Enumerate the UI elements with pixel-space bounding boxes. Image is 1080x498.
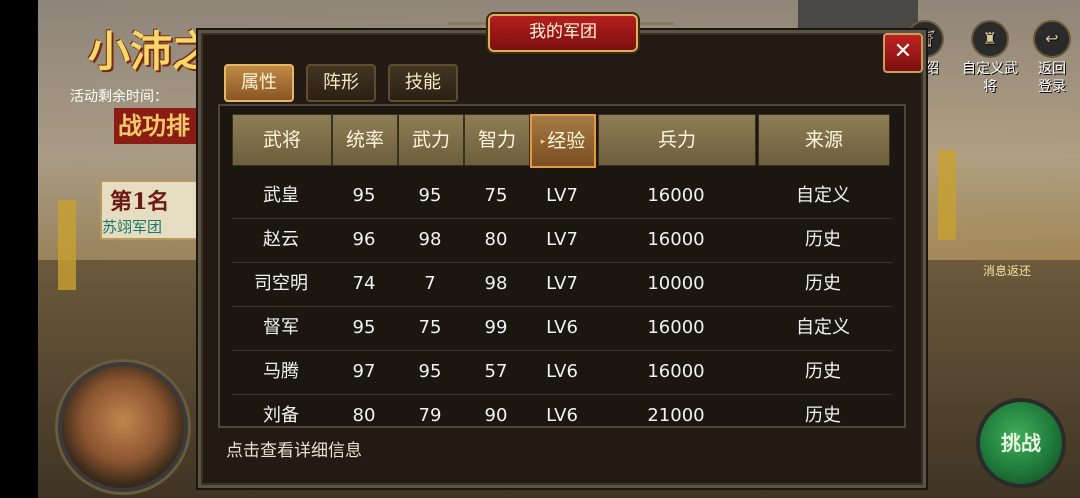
rank-label: 第1名 [110, 189, 170, 215]
cell-intellect: 75 [484, 185, 508, 206]
tab-attributes[interactable]: 属性 [224, 64, 294, 102]
cell-source: 历史 [805, 361, 841, 382]
top-icon-label: 返回登录 [1038, 61, 1066, 95]
rank-team: 苏翊军团 [102, 218, 163, 236]
top-icon-return[interactable]: ↩ 返回登录 [1032, 20, 1072, 96]
return-icon: ↩ [1033, 20, 1071, 58]
column-header-source[interactable]: 来源 [758, 114, 890, 166]
cell-troops: 16000 [647, 229, 705, 250]
cell-general: 司空明 [254, 273, 308, 294]
table-row[interactable]: 刘备 80 79 90 LV6 21000 历史 [232, 394, 892, 426]
cell-source: 历史 [805, 405, 841, 426]
cell-troops: 21000 [647, 405, 705, 426]
table-row[interactable]: 武皇 95 95 75 LV7 16000 自定义 [232, 174, 892, 219]
cell-command: 95 [352, 317, 376, 338]
cell-source: 历史 [805, 229, 841, 250]
tab-formation[interactable]: 阵形 [306, 64, 376, 102]
cell-troops: 16000 [647, 185, 705, 206]
cell-general: 武皇 [263, 185, 299, 206]
cell-force: 98 [418, 229, 442, 250]
general-table[interactable]: 武将 统率 武力 智力 ▸ 经验 兵力 来源 武皇 95 95 75 LV7 16… [218, 104, 906, 428]
tab-skills[interactable]: 技能 [388, 64, 458, 102]
table-header: 武将 统率 武力 智力 ▸ 经验 兵力 来源 [232, 114, 892, 168]
cell-force: 7 [424, 273, 436, 294]
close-button[interactable]: ✕ [883, 33, 923, 73]
table-row[interactable]: 督军 95 75 99 LV6 16000 自定义 [232, 306, 892, 351]
column-header-experience[interactable]: ▸ 经验 [530, 114, 596, 168]
banner-flag [938, 150, 956, 240]
cell-intellect: 57 [484, 361, 508, 382]
challenge-button[interactable]: 挑战 [976, 398, 1066, 488]
cell-troops: 16000 [647, 361, 705, 382]
cell-force: 75 [418, 317, 442, 338]
cell-experience: LV7 [546, 185, 578, 206]
message-return-label[interactable]: 消息返还 [983, 262, 1031, 279]
player-avatar[interactable] [58, 362, 188, 492]
cell-source: 历史 [805, 273, 841, 294]
cell-command: 97 [352, 361, 376, 382]
column-header-intellect[interactable]: 智力 [464, 114, 530, 166]
cell-experience: LV7 [546, 229, 578, 250]
cell-general: 刘备 [263, 405, 299, 426]
table-row[interactable]: 马腾 97 95 57 LV6 16000 历史 [232, 350, 892, 395]
cell-command: 95 [352, 185, 376, 206]
cell-intellect: 98 [484, 273, 508, 294]
cell-experience: LV6 [546, 405, 578, 426]
sort-arrow-icon: ▸ [540, 136, 546, 147]
figure-icon: ♜ [971, 20, 1009, 58]
dialog-title: 我的军团 [488, 14, 638, 52]
banner-flag [58, 200, 76, 290]
cell-troops: 16000 [647, 317, 705, 338]
cell-intellect: 99 [484, 317, 508, 338]
cell-experience: LV7 [546, 273, 578, 294]
cell-force: 79 [418, 405, 442, 426]
table-row[interactable]: 司空明 74 7 98 LV7 10000 历史 [232, 262, 892, 307]
cell-general: 马腾 [263, 361, 299, 382]
table-row[interactable]: 赵云 96 98 80 LV7 16000 历史 [232, 218, 892, 263]
cell-intellect: 80 [484, 229, 508, 250]
column-header-force[interactable]: 武力 [398, 114, 464, 166]
cell-command: 96 [352, 229, 376, 250]
title-ornament [448, 22, 488, 43]
cell-source: 自定义 [796, 185, 850, 206]
cell-experience: LV6 [546, 361, 578, 382]
dialog-title-text: 我的军团 [529, 22, 597, 42]
column-header-general[interactable]: 武将 [232, 114, 332, 166]
detail-hint: 点击查看详细信息 [226, 441, 362, 461]
column-header-troops[interactable]: 兵力 [598, 114, 756, 166]
close-icon: ✕ [893, 39, 913, 64]
cell-force: 95 [418, 185, 442, 206]
cell-command: 74 [352, 273, 376, 294]
cell-force: 95 [418, 361, 442, 382]
cell-general: 督军 [263, 317, 299, 338]
cell-command: 80 [352, 405, 376, 426]
cell-experience: LV6 [546, 317, 578, 338]
column-header-command[interactable]: 统率 [332, 114, 398, 166]
cell-general: 赵云 [263, 229, 299, 250]
top-icon-label: 自定义武将 [962, 61, 1018, 95]
remaining-time-label: 活动剩余时间： [70, 89, 168, 105]
cell-intellect: 90 [484, 405, 508, 426]
cell-troops: 10000 [647, 273, 705, 294]
cell-source: 自定义 [796, 317, 850, 338]
title-ornament [634, 22, 674, 43]
column-header-experience-label: 经验 [547, 130, 586, 152]
top-icon-custom-general[interactable]: ♜ 自定义武将 [960, 20, 1020, 96]
